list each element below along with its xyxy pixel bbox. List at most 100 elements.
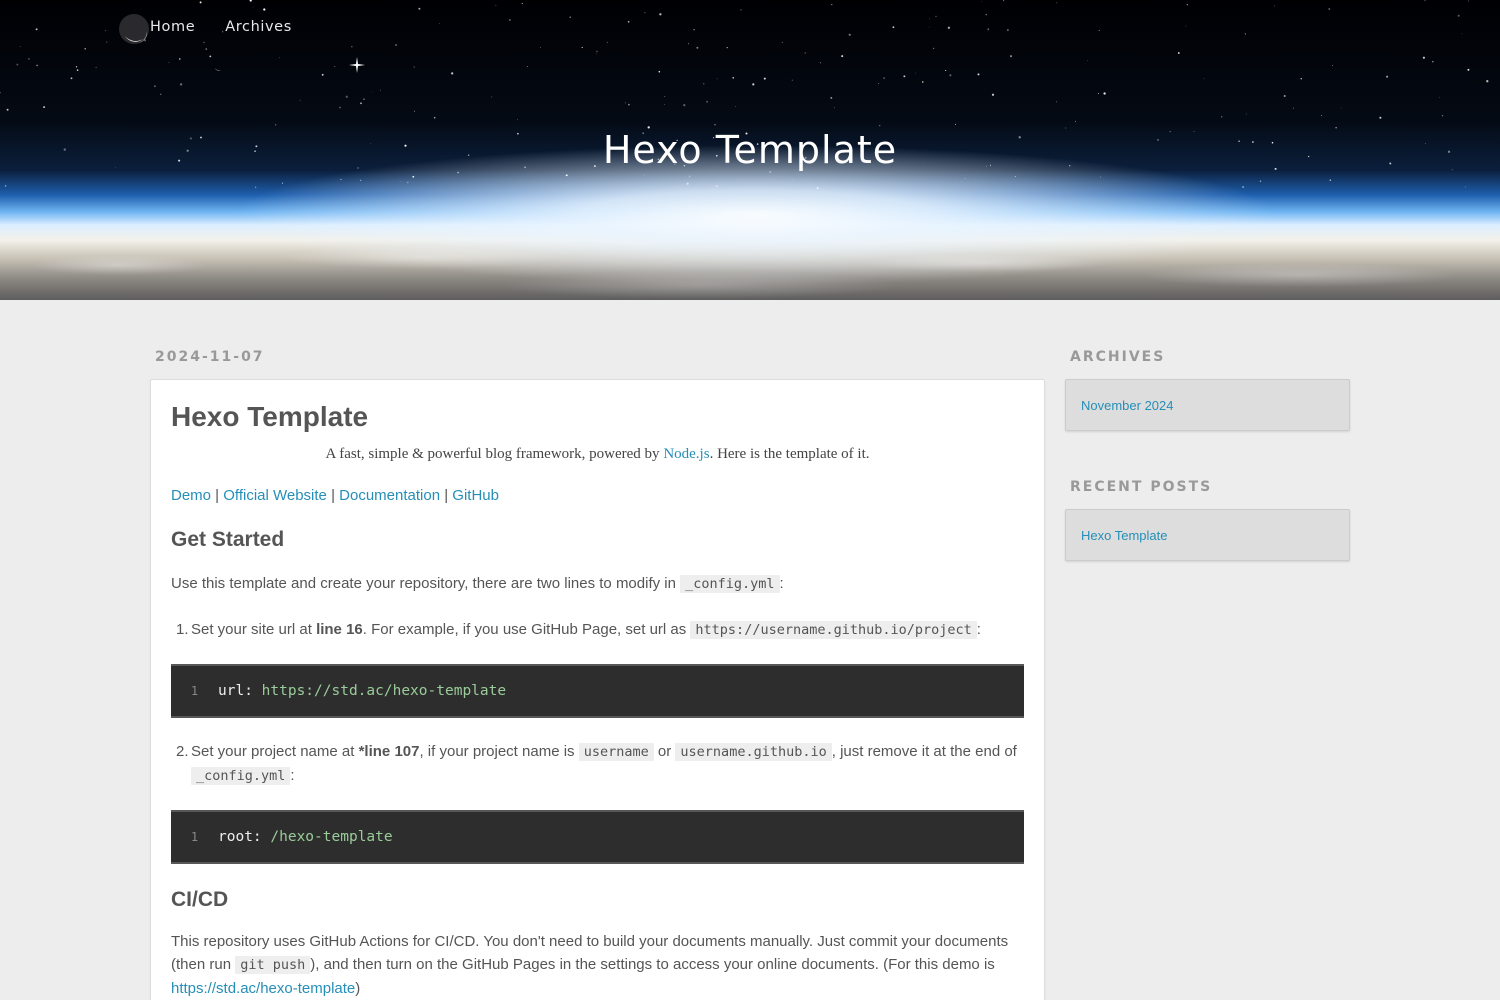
star-dot <box>360 102 362 105</box>
star-dot <box>696 46 699 49</box>
nav-archives-link[interactable]: Archives <box>225 19 292 35</box>
inline-code: _config.yml <box>680 575 780 593</box>
star-dot <box>1014 176 1016 178</box>
star-dot <box>565 174 568 177</box>
line-number: 1 <box>190 684 199 698</box>
post-article: Hexo Template A fast, simple & powerful … <box>150 379 1045 1000</box>
star-dot <box>1422 56 1425 59</box>
star-dot <box>991 93 995 96</box>
cicd-text: ) <box>355 980 361 997</box>
star-dot <box>539 47 541 49</box>
star-dot <box>95 67 97 69</box>
star-dot <box>1098 29 1100 31</box>
star-dot <box>340 178 342 181</box>
star-dot <box>19 46 21 48</box>
lead-text-after: . Here is the template of it. <box>709 446 870 462</box>
star-dot <box>441 189 443 191</box>
star-dot <box>1292 107 1295 109</box>
star-dot <box>413 66 415 68</box>
star-dot <box>379 89 381 91</box>
step-text: , if your project name is <box>419 743 579 760</box>
documentation-link[interactable]: Documentation <box>339 487 440 504</box>
star-dot <box>664 95 666 97</box>
star-dot <box>688 43 689 45</box>
star-dot <box>1386 75 1389 78</box>
post-lead: A fast, simple & powerful blog framework… <box>171 446 1024 463</box>
star-dot <box>740 9 742 11</box>
star-dot <box>820 62 822 64</box>
nodejs-link[interactable]: Node.js <box>663 446 709 462</box>
star-dot <box>43 106 46 109</box>
star-dot <box>345 95 348 98</box>
star-dot <box>76 69 79 71</box>
star-dot <box>1438 97 1440 99</box>
star-dot <box>804 52 806 54</box>
star-dot <box>433 116 436 119</box>
star-dot <box>1461 33 1463 35</box>
star-dot <box>249 0 252 2</box>
star-dot <box>1441 115 1444 117</box>
star-dot <box>816 187 819 189</box>
star-dot <box>399 181 401 183</box>
star-dot <box>1056 101 1058 103</box>
star-dot <box>949 74 952 77</box>
star-dot <box>4 185 7 187</box>
star-dot <box>726 46 728 49</box>
star-dot <box>569 16 571 18</box>
step-item-1: 1. Set your site url at line 16. For exam… <box>171 618 1024 642</box>
star-dot <box>624 102 626 104</box>
star-dot <box>947 26 951 29</box>
cicd-heading: CI/CD <box>171 888 229 911</box>
recent-posts-widget-title: RECENT POSTS <box>1070 479 1213 495</box>
star-dot <box>928 26 930 28</box>
star-dot <box>627 20 630 23</box>
step-number: 2. <box>176 743 189 760</box>
star-dot <box>339 106 341 109</box>
star-dot <box>6 108 9 111</box>
star-dot <box>848 33 851 36</box>
archive-link-november-2024[interactable]: November 2024 <box>1081 398 1174 413</box>
step-text: or <box>653 743 676 760</box>
star-dot <box>1185 25 1187 27</box>
star-dot <box>791 178 793 180</box>
star-dot <box>922 81 924 83</box>
star-dot <box>36 64 38 67</box>
link-separator: | <box>440 487 453 504</box>
recent-post-link[interactable]: Hexo Template <box>1081 528 1167 543</box>
star-dot <box>732 77 734 79</box>
star-dot <box>521 2 523 5</box>
demo-link[interactable]: Demo <box>171 487 211 504</box>
star-dot <box>360 179 362 181</box>
star-dot <box>985 13 987 16</box>
star-dot <box>263 8 266 11</box>
star-dot <box>527 66 528 67</box>
header-banner: Home Archives Hexo Template <box>0 0 1500 300</box>
star-dot <box>1432 61 1434 63</box>
step-number: 1. <box>176 621 189 638</box>
star-dot <box>1009 55 1013 58</box>
post-date: 2024-11-07 <box>155 349 265 365</box>
star-dot <box>407 181 409 184</box>
inline-code: username.github.io <box>675 743 832 761</box>
star-dot <box>1328 8 1331 10</box>
code-value: https://std.ac/hexo-template <box>261 683 507 699</box>
demo-url-link[interactable]: https://std.ac/hexo-template <box>171 980 355 997</box>
moon-icon <box>119 14 149 44</box>
star-dot <box>945 69 947 71</box>
star-dot <box>1245 113 1247 115</box>
star-dot <box>199 1 202 4</box>
star-dot <box>964 178 966 179</box>
official-website-link[interactable]: Official Website <box>223 487 327 504</box>
star-dot <box>1007 29 1009 31</box>
star-dot <box>160 93 162 95</box>
lead-text-before: A fast, simple & powerful blog framework… <box>325 446 664 462</box>
star-dot <box>395 44 398 46</box>
star-dot <box>1468 0 1469 2</box>
star-dot <box>1242 186 1245 188</box>
nav-home-link[interactable]: Home <box>150 19 195 35</box>
github-link[interactable]: GitHub <box>452 487 499 504</box>
star-dot <box>153 85 156 88</box>
star-dot <box>363 98 365 101</box>
star-dot <box>321 73 324 76</box>
post-title[interactable]: Hexo Template <box>171 400 1024 434</box>
